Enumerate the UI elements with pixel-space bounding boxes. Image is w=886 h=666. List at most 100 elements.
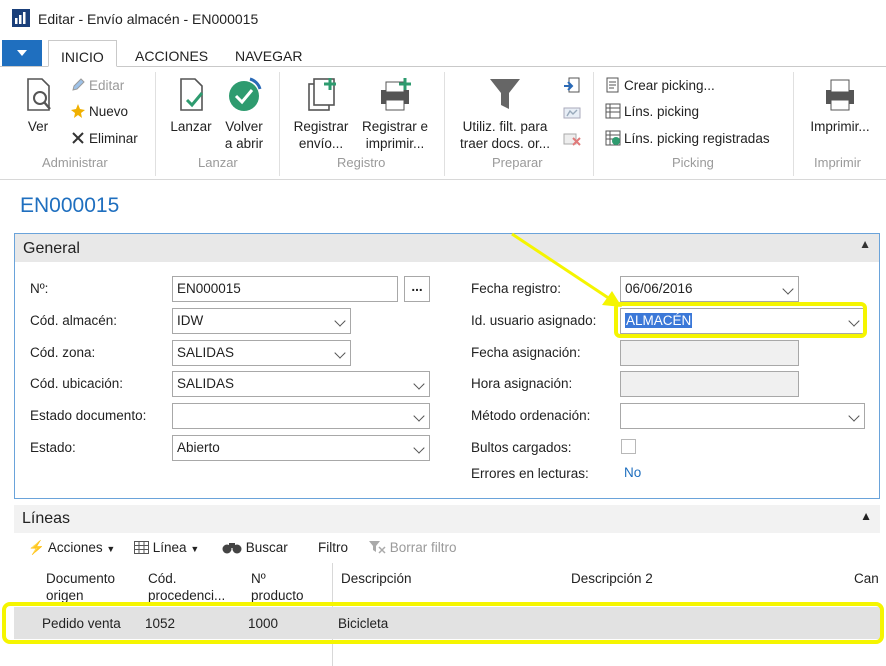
post-print-icon: [381, 78, 411, 111]
binoculars-icon: [222, 543, 242, 554]
col-cod-procedencia[interactable]: Cód. procedenci...: [148, 570, 225, 604]
ribbon-separator: [279, 72, 280, 176]
errores-lecturas-value[interactable]: No: [624, 465, 641, 480]
chevron-down-icon: [334, 315, 346, 327]
fecha-asignacion-label: Fecha asignación:: [471, 345, 581, 360]
editar-button[interactable]: Editar: [70, 76, 124, 96]
lins-picking-registradas-label: Líns. picking registradas: [624, 131, 770, 146]
imprimir-button[interactable]: Imprimir...: [805, 76, 875, 135]
ubicacion-field[interactable]: SALIDAS: [172, 371, 430, 397]
almacen-field[interactable]: IDW: [172, 308, 351, 334]
printer-icon: [826, 79, 854, 111]
window-title: Editar - Envío almacén - EN000015: [38, 11, 259, 27]
col-cod-procedencia-1: Cód.: [148, 571, 177, 586]
col-documento-origen[interactable]: Documento origen: [46, 570, 115, 604]
acciones-menu[interactable]: ⚡ Acciones ▼: [28, 540, 115, 556]
filtro-button[interactable]: Filtro: [318, 540, 348, 555]
lins-picking-registradas-button[interactable]: Líns. picking registradas: [605, 129, 770, 149]
registrar-imprimir-button[interactable]: Registrar e imprimir...: [357, 76, 433, 152]
lins-picking-button[interactable]: Líns. picking: [605, 102, 699, 122]
lineas-header[interactable]: Líneas ▲: [14, 505, 880, 533]
col-documento-origen-1: Documento: [46, 571, 116, 586]
crear-picking-button[interactable]: Crear picking...: [605, 76, 715, 96]
eliminar-button[interactable]: Eliminar: [70, 129, 138, 149]
ribbon-separator: [593, 72, 594, 176]
volver-label-2: a abrir: [224, 136, 264, 151]
linea-menu[interactable]: Línea ▼: [134, 540, 199, 555]
get-source-docs-icon[interactable]: [562, 76, 582, 96]
autofill-qty-icon[interactable]: [562, 106, 582, 122]
tab-navegar[interactable]: NAVEGAR: [223, 40, 314, 67]
col-documento-origen-2: origen: [46, 588, 84, 603]
pencil-icon: [72, 78, 85, 91]
title-bar: Editar - Envío almacén - EN000015: [0, 0, 886, 38]
registrar-imprimir-label-2: imprimir...: [365, 136, 425, 151]
delete-qty-icon[interactable]: [562, 132, 582, 148]
group-preparar: Preparar: [492, 155, 543, 170]
filter-funnel-icon: [490, 79, 520, 109]
collapse-chevron-icon[interactable]: ▲: [860, 509, 872, 523]
volver-abrir-button[interactable]: Volver a abrir: [219, 76, 269, 152]
borrar-filtro-button[interactable]: Borrar filtro: [368, 540, 457, 555]
ubicacion-value: SALIDAS: [177, 376, 235, 391]
linea-label: Línea: [152, 540, 187, 555]
collapse-chevron-icon[interactable]: ▲: [859, 237, 871, 251]
general-header[interactable]: General ▲: [15, 234, 879, 262]
no-field[interactable]: EN000015: [172, 276, 398, 302]
chevron-down-icon: [782, 283, 794, 295]
lanzar-button[interactable]: Lanzar: [166, 76, 216, 135]
group-lanzar: Lanzar: [198, 155, 238, 170]
registrar-envio-label-2: envío...: [298, 136, 344, 151]
new-star-icon: [71, 104, 85, 118]
fecha-registro-field[interactable]: 06/06/2016: [620, 276, 799, 302]
chevron-down-icon: [848, 410, 860, 422]
caret-down-icon: ▼: [106, 544, 116, 554]
tab-inicio[interactable]: INICIO: [48, 40, 117, 67]
col-descripcion[interactable]: Descripción: [341, 570, 412, 587]
borrar-filtro-label: Borrar filtro: [389, 540, 457, 555]
col-no-producto[interactable]: Nº producto: [251, 570, 304, 604]
col-cantidad[interactable]: Can: [854, 570, 879, 587]
estado-doc-field[interactable]: [172, 403, 430, 429]
fecha-asignacion-field: [620, 340, 799, 366]
group-registro: Registro: [337, 155, 386, 170]
view-document-icon: [27, 78, 51, 111]
reopen-icon: [229, 77, 262, 111]
no-lookup-button[interactable]: ...: [404, 276, 430, 302]
zona-field[interactable]: SALIDAS: [172, 340, 351, 366]
post-document-icon: [308, 78, 336, 111]
utiliz-label-1: Utiliz. filt. para: [462, 119, 548, 134]
ribbon-separator: [155, 72, 156, 176]
almacen-value: IDW: [177, 313, 204, 328]
usuario-highlight-box: [614, 302, 867, 338]
chevron-down-icon: [413, 378, 425, 390]
caret-down-icon: ▼: [190, 544, 200, 554]
metodo-ordenacion-label: Método ordenación:: [471, 408, 591, 423]
acciones-label: Acciones: [47, 540, 103, 555]
registrar-envio-button[interactable]: Registrar envío...: [288, 76, 354, 152]
ribbon: [0, 67, 886, 180]
errores-lecturas-label: Errores en lecturas:: [471, 466, 589, 481]
group-picking: Picking: [672, 155, 714, 170]
metodo-ordenacion-field[interactable]: [620, 403, 865, 429]
imprimir-label: Imprimir...: [810, 119, 870, 134]
clear-filter-icon: [369, 541, 386, 554]
estado-label: Estado:: [30, 440, 76, 455]
registrar-imprimir-label-1: Registrar e: [361, 119, 429, 134]
editar-label: Editar: [89, 78, 125, 93]
delete-x-icon: [72, 132, 84, 144]
tab-acciones[interactable]: ACCIONES: [123, 40, 220, 67]
grid-icon: [134, 541, 149, 554]
utiliz-filtro-button[interactable]: Utiliz. filt. para traer docs. or...: [453, 76, 557, 152]
ver-button[interactable]: Ver: [16, 76, 60, 135]
col-descripcion-2[interactable]: Descripción 2: [571, 570, 653, 587]
bultos-cargados-checkbox[interactable]: [621, 439, 636, 454]
estado-field[interactable]: Abierto: [172, 435, 430, 461]
fecha-registro-value: 06/06/2016: [625, 281, 693, 296]
ribbon-separator: [793, 72, 794, 176]
lineas-header-label: Líneas: [22, 510, 71, 527]
nuevo-button[interactable]: Nuevo: [70, 102, 128, 122]
app-menu-button[interactable]: [2, 40, 42, 66]
chevron-down-icon: [334, 347, 346, 359]
buscar-button[interactable]: Buscar: [222, 540, 288, 555]
